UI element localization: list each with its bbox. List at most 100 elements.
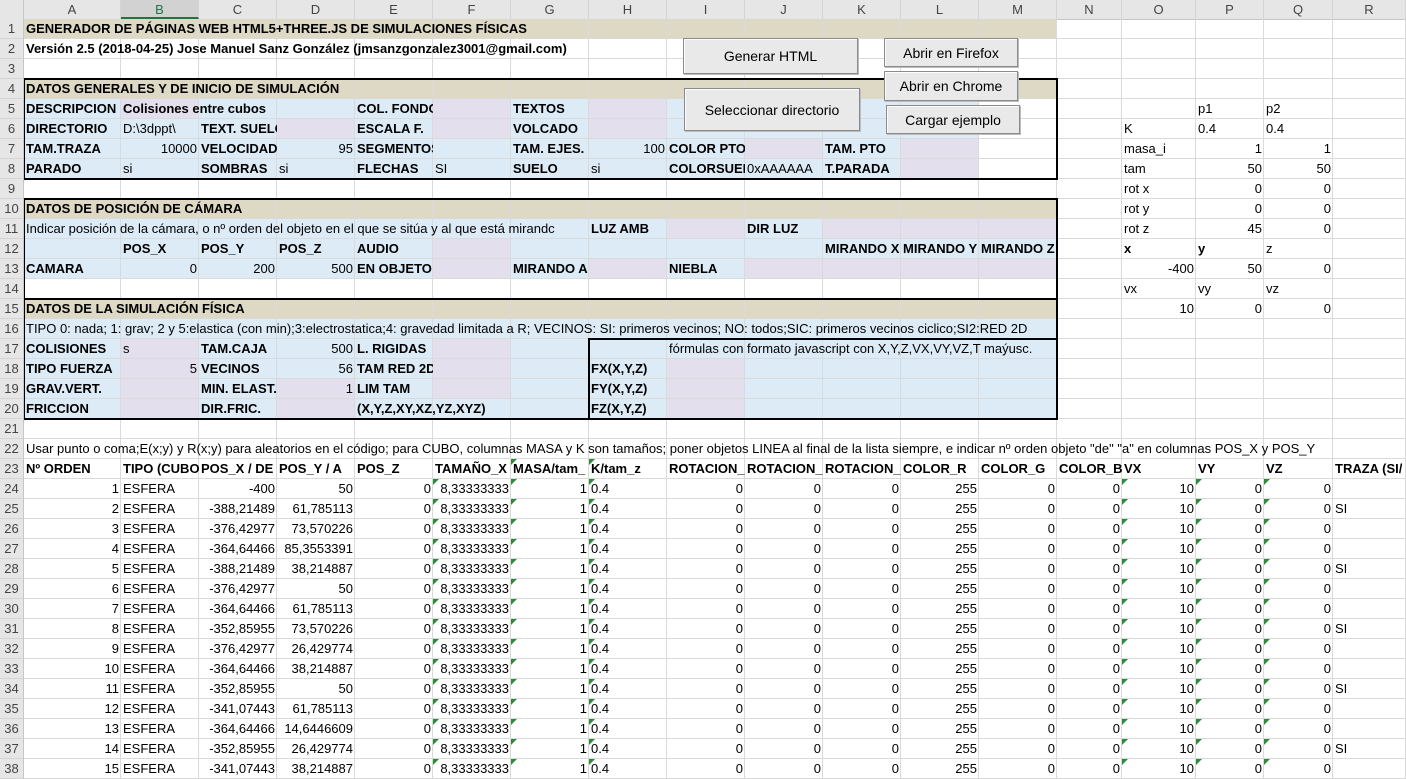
table-cell[interactable]: 0 <box>745 599 823 619</box>
table-cell[interactable]: 0 <box>979 759 1057 779</box>
table-cell[interactable]: 0.4 <box>589 759 667 779</box>
row-header-22[interactable]: 22 <box>0 439 24 459</box>
table-cell[interactable]: 0 <box>1264 719 1333 739</box>
table-cell[interactable]: -364,64466 <box>199 539 277 559</box>
table-cell[interactable] <box>1333 759 1406 779</box>
row-header-37[interactable]: 37 <box>0 739 24 759</box>
side-roty-p1[interactable]: 0 <box>1196 199 1264 219</box>
row-header-14[interactable]: 14 <box>0 279 24 299</box>
row-header-32[interactable]: 32 <box>0 639 24 659</box>
table-cell[interactable]: 0 <box>667 579 745 599</box>
side-rotz-p2[interactable]: 0 <box>1264 219 1333 239</box>
table-header-cell[interactable]: TIPO (CUBO, <box>121 459 199 479</box>
table-cell[interactable]: 0 <box>979 699 1057 719</box>
table-cell[interactable] <box>1333 659 1406 679</box>
table-cell[interactable]: 0 <box>745 759 823 779</box>
table-cell[interactable]: 0 <box>1057 639 1122 659</box>
table-cell[interactable]: 0 <box>823 479 901 499</box>
table-header-cell[interactable]: POS_X / DE <box>199 459 277 479</box>
row-header-38[interactable]: 38 <box>0 759 24 779</box>
row-header-18[interactable]: 18 <box>0 359 24 379</box>
table-header-cell[interactable]: POS_Z <box>355 459 433 479</box>
table-cell[interactable]: 14,6446609 <box>277 719 355 739</box>
table-cell[interactable]: 0.4 <box>589 499 667 519</box>
table-cell[interactable]: 0 <box>667 739 745 759</box>
table-cell[interactable]: 0 <box>1196 539 1264 559</box>
table-cell[interactable]: 8,33333333 <box>433 499 511 519</box>
table-cell[interactable]: 0 <box>823 559 901 579</box>
table-cell[interactable]: -376,42977 <box>199 579 277 599</box>
table-cell[interactable]: 0.4 <box>589 699 667 719</box>
suelo-value[interactable]: si <box>589 159 667 179</box>
table-cell[interactable]: 8,33333333 <box>433 659 511 679</box>
side-k-p2[interactable]: 0.4 <box>1264 119 1333 139</box>
table-cell[interactable]: 26,429774 <box>277 739 355 759</box>
table-header-cell[interactable]: ROTACION_ <box>823 459 901 479</box>
table-cell[interactable]: 0 <box>355 739 433 759</box>
row-header-10[interactable]: 10 <box>0 199 24 219</box>
table-cell[interactable]: 0 <box>745 659 823 679</box>
load-example-button[interactable]: Cargar ejemplo <box>886 105 1020 134</box>
table-cell[interactable]: 0 <box>979 559 1057 579</box>
table-cell[interactable]: 0 <box>355 619 433 639</box>
table-header-cell[interactable]: VX <box>1122 459 1196 479</box>
table-cell[interactable]: 0 <box>1196 759 1264 779</box>
table-cell[interactable]: 3 <box>24 519 121 539</box>
table-cell[interactable]: SI <box>1333 739 1406 759</box>
row-header-9[interactable]: 9 <box>0 179 24 199</box>
row-header-34[interactable]: 34 <box>0 679 24 699</box>
table-header-cell[interactable]: POS_Y / A <box>277 459 355 479</box>
row-header-2[interactable]: 2 <box>0 39 24 59</box>
row-header-19[interactable]: 19 <box>0 379 24 399</box>
table-cell[interactable] <box>1333 479 1406 499</box>
table-cell[interactable]: 7 <box>24 599 121 619</box>
table-cell[interactable]: 61,785113 <box>277 699 355 719</box>
table-cell[interactable] <box>1333 719 1406 739</box>
row-header-35[interactable]: 35 <box>0 699 24 719</box>
column-header-l[interactable]: L <box>901 0 979 19</box>
row-header-16[interactable]: 16 <box>0 319 24 339</box>
table-cell[interactable]: 0 <box>667 599 745 619</box>
descripcion-value[interactable]: Colisiones entre cubos <box>121 99 277 119</box>
table-cell[interactable]: 10 <box>1122 719 1196 739</box>
table-cell[interactable]: 10 <box>1122 639 1196 659</box>
row-header-15[interactable]: 15 <box>0 299 24 319</box>
camera-pos-y[interactable]: 200 <box>199 259 277 279</box>
table-cell[interactable]: 0 <box>355 559 433 579</box>
table-cell[interactable]: 0 <box>1057 479 1122 499</box>
row-header-3[interactable]: 3 <box>0 59 24 79</box>
column-header-n[interactable]: N <box>1057 0 1122 19</box>
select-all-corner[interactable] <box>0 0 24 19</box>
row-header-31[interactable]: 31 <box>0 619 24 639</box>
table-cell[interactable]: 0 <box>1057 559 1122 579</box>
table-cell[interactable] <box>1333 599 1406 619</box>
table-cell[interactable]: 1 <box>511 499 589 519</box>
side-vz-value[interactable]: 0 <box>1264 299 1333 319</box>
table-cell[interactable]: 0 <box>979 639 1057 659</box>
table-cell[interactable]: 0 <box>667 639 745 659</box>
table-cell[interactable]: -364,64466 <box>199 659 277 679</box>
table-cell[interactable]: 1 <box>24 479 121 499</box>
table-cell[interactable]: 0 <box>667 719 745 739</box>
table-cell[interactable]: 0 <box>745 719 823 739</box>
column-header-a[interactable]: A <box>24 0 121 19</box>
table-cell[interactable]: 1 <box>511 739 589 759</box>
column-header-r[interactable]: R <box>1333 0 1406 19</box>
table-cell[interactable]: 0 <box>1264 579 1333 599</box>
table-header-cell[interactable]: COLOR_B <box>1057 459 1122 479</box>
table-cell[interactable]: 0 <box>1196 659 1264 679</box>
table-cell[interactable]: 0 <box>1264 499 1333 519</box>
table-cell[interactable]: 0 <box>667 559 745 579</box>
sombras-value[interactable]: si <box>277 159 355 179</box>
table-cell[interactable]: -388,21489 <box>199 559 277 579</box>
tam-traza-value[interactable]: 10000 <box>121 139 199 159</box>
table-cell[interactable]: 0 <box>1264 679 1333 699</box>
table-cell[interactable]: 8 <box>24 619 121 639</box>
row-header-20[interactable]: 20 <box>0 399 24 419</box>
table-cell[interactable]: ESFERA <box>121 659 199 679</box>
table-cell[interactable] <box>1333 579 1406 599</box>
table-cell[interactable]: 0 <box>1196 479 1264 499</box>
table-cell[interactable]: 1 <box>511 519 589 539</box>
table-cell[interactable]: 1 <box>511 699 589 719</box>
side-tam-p2[interactable]: 50 <box>1264 159 1333 179</box>
